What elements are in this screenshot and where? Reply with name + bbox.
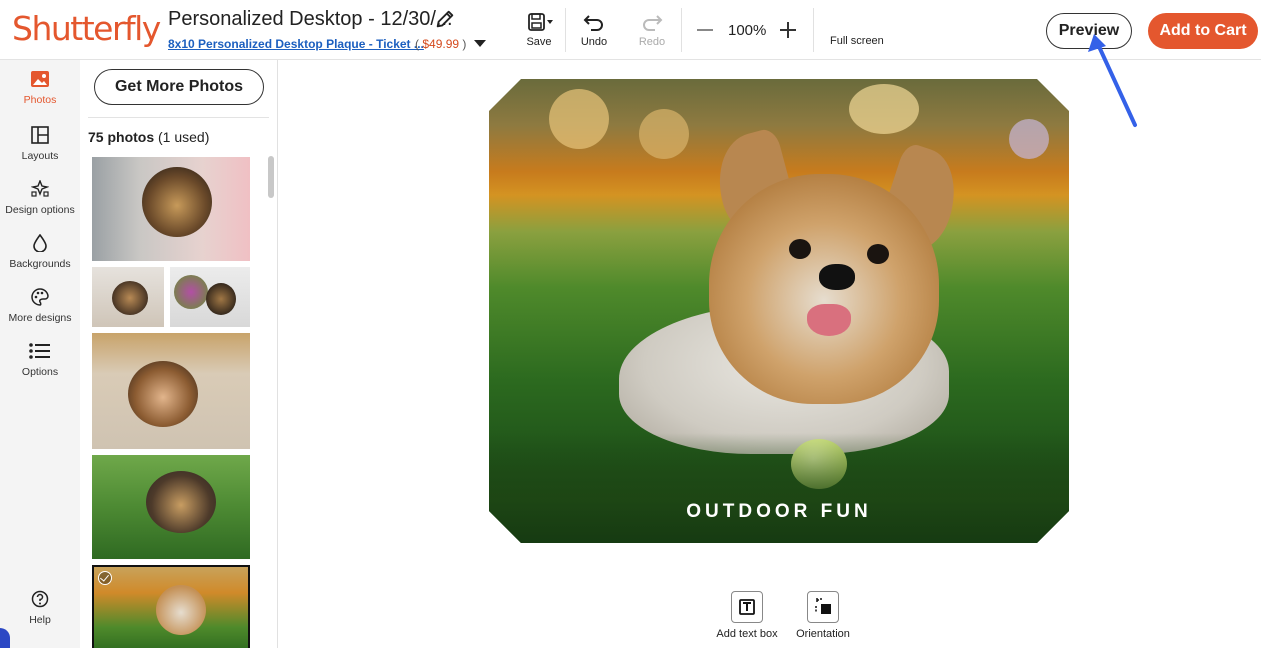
zoom-out-icon[interactable] xyxy=(697,29,713,31)
project-title[interactable]: Personalized Desktop - 12/30/... xyxy=(168,8,453,31)
thumbnail-subject xyxy=(206,283,236,315)
save-button[interactable]: Save xyxy=(522,12,556,48)
help-label: Help xyxy=(29,614,51,626)
layouts-icon xyxy=(31,126,49,144)
price-open-paren: ( xyxy=(415,37,419,51)
rail-item-label: Photos xyxy=(23,94,57,106)
price-value: $49.99 xyxy=(422,37,460,51)
thumbnail-subject xyxy=(112,281,148,315)
text-box-icon xyxy=(731,591,763,623)
toolbar-divider xyxy=(681,8,682,52)
toolbar-divider xyxy=(813,8,814,52)
photo-count-total: 75 photos xyxy=(88,129,155,145)
grass xyxy=(489,433,1069,543)
pencil-icon[interactable] xyxy=(434,8,456,30)
rail-item-label: Design options xyxy=(5,204,75,216)
panel-scrollbar[interactable] xyxy=(268,156,274,198)
photo-thumbnail[interactable] xyxy=(92,157,250,261)
add-text-box-button[interactable]: Add text box xyxy=(704,591,790,640)
save-label: Save xyxy=(526,36,552,48)
photos-panel: Get More Photos 75 photos (1 used) xyxy=(80,60,278,648)
save-icon xyxy=(528,13,553,31)
toolbar-divider xyxy=(565,8,566,52)
full-screen-button[interactable]: Full screen xyxy=(830,35,884,47)
rail-item-options[interactable]: Options xyxy=(0,342,80,378)
redo-icon xyxy=(643,15,663,31)
dog-tongue xyxy=(807,304,851,336)
product-price: ( $49.99 ) xyxy=(415,37,466,51)
bokeh-light xyxy=(639,109,689,159)
rail-item-label: More designs xyxy=(8,312,72,324)
dog-eye xyxy=(867,244,889,264)
plaque-photo[interactable]: OUTDOOR FUN xyxy=(489,79,1069,543)
rail-item-design-options[interactable]: Design options xyxy=(0,180,80,216)
thumbnail-subject xyxy=(128,361,198,427)
backgrounds-icon xyxy=(33,234,47,252)
rail-item-label: Backgrounds xyxy=(9,258,71,270)
photo-thumbnail[interactable] xyxy=(92,267,164,327)
photo-thumbnail[interactable] xyxy=(170,267,250,327)
dog-eye xyxy=(789,239,811,259)
dog-head xyxy=(709,174,939,404)
thumbnail-flowers xyxy=(174,275,208,309)
rail-corner-accent xyxy=(0,628,10,648)
photo-count-used: (1 used) xyxy=(154,129,210,145)
panel-divider xyxy=(88,117,269,118)
annotation-arrow-icon xyxy=(1088,34,1137,127)
tool-rail: Photos Layouts Design options Background… xyxy=(0,60,80,648)
check-icon xyxy=(98,571,112,585)
undo-label: Undo xyxy=(580,36,608,48)
thumbnail-subject xyxy=(142,167,212,237)
bokeh-light xyxy=(1009,119,1049,159)
price-close-paren: ) xyxy=(462,37,467,51)
design-canvas: OUTDOOR FUN Add text box Orientation xyxy=(278,60,1261,648)
bokeh-light xyxy=(549,89,609,149)
zoom-in-icon[interactable] xyxy=(779,21,797,39)
undo-button[interactable]: Undo xyxy=(580,12,608,48)
orientation-icon xyxy=(807,591,839,623)
plaque-caption[interactable]: OUTDOOR FUN xyxy=(489,501,1069,523)
get-more-photos-button[interactable]: Get More Photos xyxy=(94,69,264,105)
dog-nose xyxy=(819,264,855,290)
palette-icon xyxy=(31,288,49,306)
photos-icon xyxy=(31,71,49,87)
bokeh-light xyxy=(849,84,919,134)
tool-label: Orientation xyxy=(796,628,850,640)
tool-label: Add text box xyxy=(716,628,778,640)
design-options-icon xyxy=(31,180,49,197)
rail-item-photos[interactable]: Photos xyxy=(0,70,80,106)
product-link[interactable]: 8x10 Personalized Desktop Plaque - Ticke… xyxy=(168,37,424,51)
shutterfly-logo[interactable]: Shutterfly xyxy=(12,9,161,48)
photo-count: 75 photos (1 used) xyxy=(88,129,209,145)
rail-item-label: Layouts xyxy=(21,150,59,162)
redo-label: Redo xyxy=(638,36,666,48)
thumbnail-subject xyxy=(156,585,206,635)
photo-thumbnail[interactable] xyxy=(92,455,250,559)
rail-item-more-designs[interactable]: More designs xyxy=(0,288,80,324)
help-button[interactable]: Help xyxy=(0,590,80,626)
rail-item-label: Options xyxy=(21,366,59,378)
chevron-down-icon[interactable] xyxy=(474,40,486,47)
zoom-level: 100% xyxy=(728,22,767,39)
top-bar: Shutterfly Personalized Desktop - 12/30/… xyxy=(0,0,1261,60)
photo-thumbnail[interactable] xyxy=(92,333,250,449)
help-icon xyxy=(31,590,49,608)
orientation-button[interactable]: Orientation xyxy=(793,591,853,640)
rail-item-layouts[interactable]: Layouts xyxy=(0,126,80,162)
photo-thumbnail-selected[interactable] xyxy=(92,565,250,648)
redo-button[interactable]: Redo xyxy=(638,12,666,48)
rail-item-backgrounds[interactable]: Backgrounds xyxy=(0,234,80,270)
add-to-cart-button[interactable]: Add to Cart xyxy=(1148,13,1258,49)
undo-icon xyxy=(583,15,603,31)
list-icon xyxy=(29,343,50,359)
thumbnail-subject xyxy=(146,471,216,533)
